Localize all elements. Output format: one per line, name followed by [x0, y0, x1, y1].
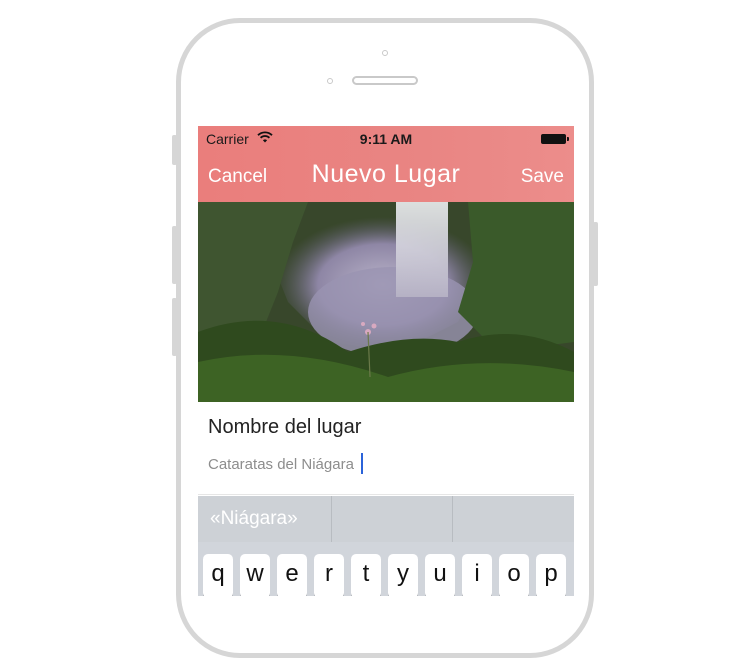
- key-t[interactable]: t: [351, 554, 381, 596]
- battery-icon: [541, 134, 569, 144]
- front-camera: [382, 50, 388, 56]
- earpiece-speaker: [352, 76, 418, 85]
- status-time: 9:11 AM: [359, 131, 413, 147]
- predictive-text-bar: «Niágara»: [198, 496, 574, 542]
- key-p[interactable]: p: [536, 554, 566, 596]
- page-title: Nuevo Lugar: [311, 160, 461, 188]
- place-name-input[interactable]: [208, 452, 508, 476]
- volume-down-button: [172, 298, 177, 356]
- volume-up-button: [172, 226, 177, 284]
- key-i[interactable]: i: [462, 554, 492, 596]
- key-q[interactable]: q: [203, 554, 233, 596]
- key-y[interactable]: y: [388, 554, 418, 596]
- prediction-2[interactable]: [332, 496, 454, 542]
- key-r[interactable]: r: [314, 554, 344, 596]
- navigation-bar: Carrier 9:11 AM Cancel Nuevo Lugar Save: [198, 126, 574, 202]
- mute-switch: [172, 135, 177, 165]
- power-button: [593, 222, 598, 286]
- prediction-3[interactable]: [453, 496, 574, 542]
- status-bar: Carrier 9:11 AM: [198, 126, 574, 152]
- proximity-sensor: [327, 78, 333, 84]
- text-caret: [361, 453, 363, 474]
- save-button[interactable]: Save: [521, 166, 564, 188]
- divider: [198, 494, 574, 495]
- key-e[interactable]: e: [277, 554, 307, 596]
- place-photo[interactable]: [198, 202, 574, 402]
- waterfall-image: [198, 202, 574, 402]
- keyboard: q w e r t y u i o p: [198, 542, 574, 596]
- key-o[interactable]: o: [499, 554, 529, 596]
- place-name-label: Nombre del lugar: [208, 416, 362, 438]
- screen: Carrier 9:11 AM Cancel Nuevo Lugar Save: [198, 126, 574, 596]
- prediction-1[interactable]: «Niágara»: [198, 496, 332, 542]
- key-u[interactable]: u: [425, 554, 455, 596]
- key-w[interactable]: w: [240, 554, 270, 596]
